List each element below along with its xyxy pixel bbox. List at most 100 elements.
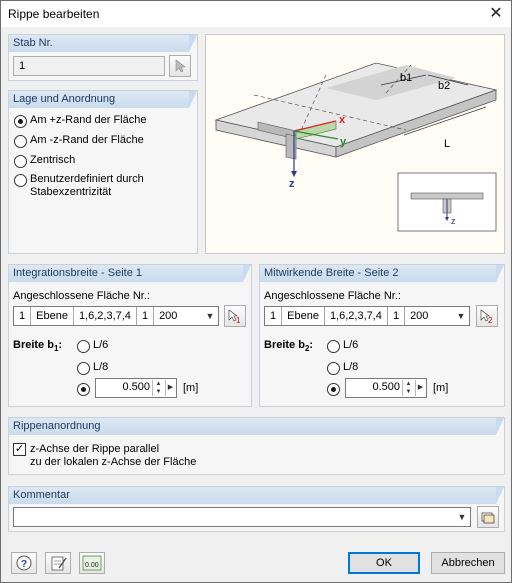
width-label-1: Breite b1: (13, 339, 63, 354)
close-icon[interactable]: ✕ (485, 3, 507, 25)
pick-arrow-icon (175, 59, 186, 73)
radio-dot (77, 340, 90, 353)
radio-minus-z[interactable]: Am -z-Rand der Fläche (14, 134, 144, 148)
cancel-button[interactable]: Abbrechen (431, 552, 505, 574)
radio-dot (14, 174, 27, 187)
radio-label: Am +z-Rand der Fläche (30, 114, 147, 126)
radio-dot (327, 340, 340, 353)
rippen-group: Rippenanordnung ✓ z-Achse der Rippe para… (8, 417, 505, 475)
pick-surface-icon: 1 (228, 309, 241, 325)
updown-icon[interactable]: ▲ ▼ (402, 380, 414, 396)
integration-header: Integrationsbreite - Seite 1 (9, 265, 251, 282)
label-b1: b1 (400, 72, 412, 84)
parallel-label: z-Achse der Rippe parallel zu der lokale… (30, 443, 196, 469)
kommentar-value (14, 508, 24, 526)
radio-plus-z[interactable]: Am +z-Rand der Fläche (14, 114, 146, 128)
unit-label-1: [m] (183, 382, 199, 394)
chevron-down-icon[interactable]: ▼ (453, 307, 469, 325)
kommentar-header: Kommentar (9, 487, 504, 504)
triangle-right-icon[interactable]: ▶ (165, 380, 175, 396)
combo-seg: 1,6,2,3,7,4 (74, 307, 137, 325)
chevron-down-icon[interactable]: ▼ (202, 307, 218, 325)
kommentar-library-button[interactable] (477, 506, 499, 528)
label-b2: b2 (438, 80, 450, 92)
help-icon: ? (16, 555, 32, 571)
edit-button[interactable] (45, 552, 71, 574)
edit-icon (51, 556, 67, 571)
radio-label: Benutzerdefiniert durch Stabexzentrizitä… (30, 173, 144, 199)
parallel-label-line1: z-Achse der Rippe parallel (30, 443, 160, 455)
inset-z-label: z (451, 216, 456, 226)
radio-dot (14, 115, 27, 128)
window-title: Rippe bearbeiten (8, 7, 100, 21)
radio-label: Am -z-Rand der Fläche (30, 134, 144, 146)
svg-text:?: ? (21, 559, 27, 570)
integration-group: Integrationsbreite - Seite 1 Angeschloss… (8, 264, 252, 407)
radio-label: L/8 (343, 361, 359, 373)
radio-custom-2[interactable] (327, 382, 340, 396)
lage-header: Lage und Anordnung (9, 91, 197, 108)
stab-header: Stab Nr. (9, 35, 197, 52)
unit-label-2: [m] (433, 382, 449, 394)
kommentar-group: Kommentar ▼ (8, 486, 505, 532)
rippen-header: Rippenanordnung (9, 418, 504, 435)
radio-label-line2: Stabexzentrizität (30, 186, 112, 198)
radio-dot (14, 155, 27, 168)
pick-surface-icon: 2 (480, 309, 493, 325)
width-spinner-1[interactable]: 0.500 ▲ ▼ ▶ (95, 378, 177, 398)
radio-l8-1[interactable]: L/8 (77, 361, 108, 375)
radio-zentrisch[interactable]: Zentrisch (14, 154, 75, 168)
triangle-right-icon[interactable]: ▶ (415, 380, 425, 396)
chevron-down-icon[interactable]: ▼ (454, 508, 470, 526)
dialog-window: Rippe bearbeiten ✕ Stab Nr. 1 Lage und A… (0, 0, 512, 583)
combo-seg: Ebene (31, 307, 74, 325)
radio-dot (77, 383, 90, 396)
radio-label: L/8 (93, 361, 109, 373)
combo-seg: 1,6,2,3,7,4 (325, 307, 388, 325)
combo-seg: 1 (137, 307, 155, 325)
spinner-value: 0.500 (122, 381, 150, 393)
kommentar-input[interactable]: ▼ (13, 507, 471, 527)
svg-text:2: 2 (488, 316, 493, 325)
pick-member-button[interactable] (169, 55, 191, 77)
radio-custom-1[interactable] (77, 382, 90, 396)
radio-label-line1: Benutzerdefiniert durch (30, 173, 144, 185)
stab-input[interactable]: 1 (13, 56, 165, 76)
units-icon-text: 0.00 (85, 562, 99, 569)
library-icon (481, 512, 495, 524)
rib-illustration: b1 b2 L x y z z (214, 62, 498, 232)
ok-button[interactable]: OK (348, 552, 420, 574)
combo-seg: Ebene (282, 307, 325, 325)
radio-l6-1[interactable]: L/6 (77, 339, 108, 353)
radio-label: Zentrisch (30, 154, 76, 166)
surface-label-1: Angeschlossene Fläche Nr.: (13, 290, 150, 302)
units-button[interactable]: 0.00 (79, 552, 105, 574)
width-label-2: Breite b2: (264, 339, 314, 354)
axis-z-label: z (289, 178, 295, 190)
parallel-label-line2: zu der lokalen z-Achse der Fläche (30, 456, 197, 468)
radio-label: L/6 (93, 339, 109, 351)
combo-seg: 1 (265, 307, 283, 325)
radio-label: L/6 (343, 339, 359, 351)
radio-l8-2[interactable]: L/8 (327, 361, 358, 375)
radio-l6-2[interactable]: L/6 (327, 339, 358, 353)
stab-group: Stab Nr. 1 (8, 34, 198, 81)
combo-seg: 1 (14, 307, 32, 325)
pick-surface-button-2[interactable]: 2 (476, 305, 498, 327)
radio-benutzerdefiniert[interactable]: Benutzerdefiniert durch Stabexzentrizitä… (14, 173, 144, 199)
units-icon: 0.00 (82, 555, 102, 571)
radio-dot (77, 362, 90, 375)
width-spinner-2[interactable]: 0.500 ▲ ▼ ▶ (345, 378, 427, 398)
pick-surface-button-1[interactable]: 1 (224, 305, 246, 327)
surface-combo-1[interactable]: 1 Ebene 1,6,2,3,7,4 1 200 ▼ (13, 306, 219, 326)
parallel-checkbox[interactable]: ✓ (13, 443, 26, 456)
svg-text:1: 1 (236, 316, 241, 325)
radio-dot (327, 383, 340, 396)
help-button[interactable]: ? (11, 552, 37, 574)
axis-x-label: x (339, 114, 346, 126)
rib-diagram: b1 b2 L x y z z (205, 34, 505, 254)
updown-icon[interactable]: ▲ ▼ (152, 380, 164, 396)
label-L: L (444, 138, 450, 150)
combo-seg: 1 (388, 307, 406, 325)
surface-combo-2[interactable]: 1 Ebene 1,6,2,3,7,4 1 200 ▼ (264, 306, 470, 326)
